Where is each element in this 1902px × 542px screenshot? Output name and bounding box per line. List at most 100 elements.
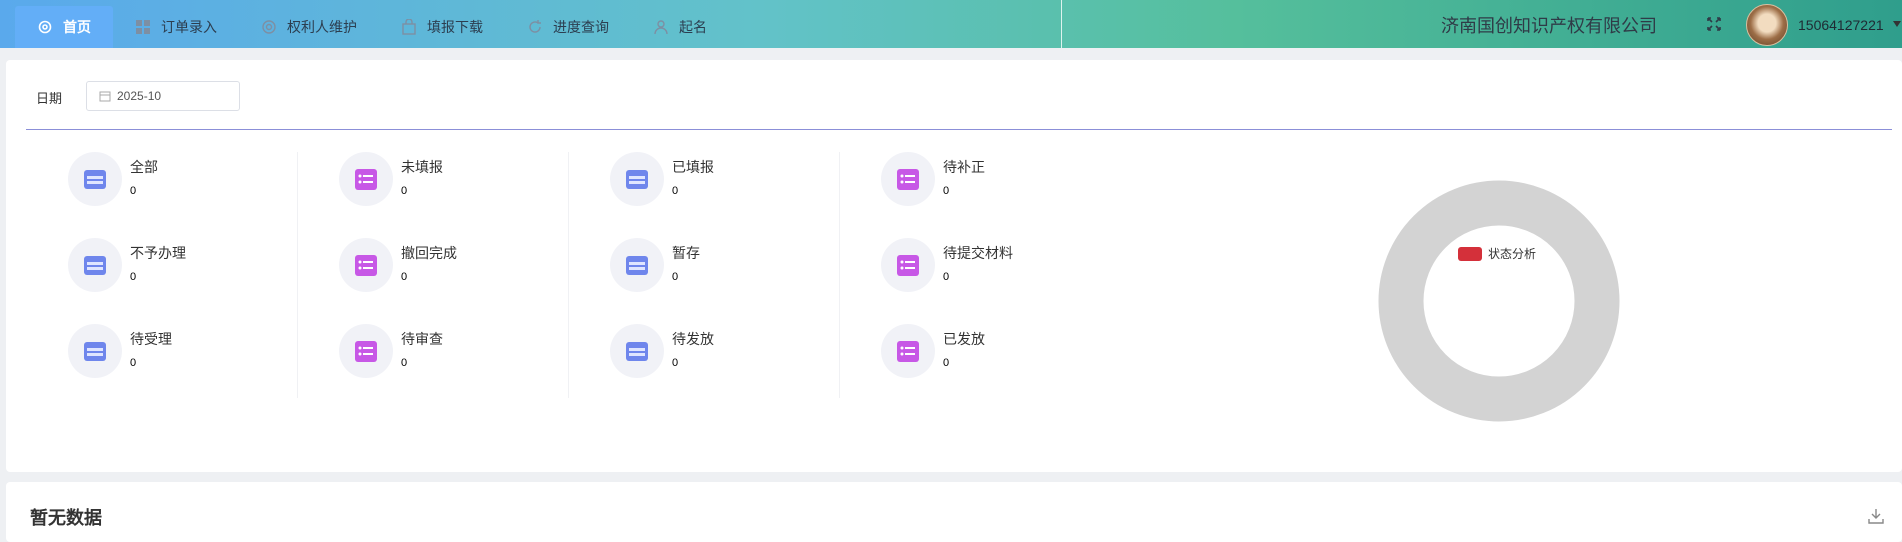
stat-label: 已发放 <box>943 331 985 347</box>
stat-not-processed[interactable]: 不予办理 0 <box>68 238 268 298</box>
tab-label: 首页 <box>63 19 91 35</box>
stat-value: 0 <box>401 185 408 197</box>
stat-pending-issue[interactable]: 待发放 0 <box>610 324 810 384</box>
stat-value: 0 <box>943 357 950 369</box>
date-label: 日期 <box>36 91 63 106</box>
stat-label: 已填报 <box>672 159 714 175</box>
stat-label: 待提交材料 <box>943 245 1013 261</box>
list-icon <box>897 169 919 190</box>
table-card: 暂无数据 <box>6 482 1902 542</box>
stat-icon-wrap <box>881 324 935 378</box>
stat-icon-wrap <box>68 324 122 378</box>
chevron-down-icon[interactable] <box>1893 21 1901 27</box>
gear-icon <box>38 20 52 34</box>
folder-icon <box>84 170 106 189</box>
avatar[interactable] <box>1746 4 1788 46</box>
stat-pending-acceptance[interactable]: 待受理 0 <box>68 324 268 384</box>
status-donut-chart <box>1378 180 1620 422</box>
stat-value: 0 <box>401 357 408 369</box>
stat-icon-wrap <box>610 324 664 378</box>
stat-withdrawn[interactable]: 撤回完成 0 <box>339 238 539 298</box>
list-icon <box>897 255 919 276</box>
tab-rights-holder[interactable]: 权利人维护 <box>239 6 379 48</box>
column-divider <box>839 152 840 398</box>
stat-pending-materials[interactable]: 待提交材料 0 <box>881 238 1081 298</box>
stat-label: 暂存 <box>672 245 700 261</box>
date-value: 2025-10 <box>117 89 162 103</box>
stat-value: 0 <box>672 357 679 369</box>
top-bar: 首页 订单录入 权利人维护 填报下载 进度查询 起名 济南国创知识产权有限公司 … <box>0 0 1902 48</box>
stat-icon-wrap <box>339 152 393 206</box>
list-icon <box>897 341 919 362</box>
empty-state-title: 暂无数据 <box>30 508 102 528</box>
calendar-icon <box>99 91 111 102</box>
stat-label: 撤回完成 <box>401 245 457 261</box>
stat-value: 0 <box>672 271 679 283</box>
tab-naming[interactable]: 起名 <box>631 6 729 48</box>
tab-label: 权利人维护 <box>287 19 357 35</box>
tab-report-download[interactable]: 填报下载 <box>379 6 505 48</box>
tab-progress-query[interactable]: 进度查询 <box>505 6 631 48</box>
stat-label: 未填报 <box>401 159 443 175</box>
legend-swatch <box>1458 246 1482 261</box>
at-icon <box>262 20 276 34</box>
stat-icon-wrap <box>610 238 664 292</box>
date-picker[interactable]: 2025-10 <box>86 81 240 111</box>
tab-order-entry[interactable]: 订单录入 <box>113 6 239 48</box>
stat-label: 待发放 <box>672 331 714 347</box>
column-divider <box>568 152 569 398</box>
folder-icon <box>84 342 106 361</box>
tab-home[interactable]: 首页 <box>15 6 113 48</box>
stat-value: 0 <box>943 271 950 283</box>
stat-label: 待补正 <box>943 159 985 175</box>
stat-label: 待审查 <box>401 331 443 347</box>
stat-icon-wrap <box>339 324 393 378</box>
list-icon <box>355 341 377 362</box>
username[interactable]: 15064127221 <box>1798 17 1884 33</box>
stat-icon-wrap <box>68 238 122 292</box>
column-divider <box>297 152 298 398</box>
tab-label: 进度查询 <box>553 19 609 35</box>
stat-label: 全部 <box>130 159 158 175</box>
header-divider <box>1061 0 1062 48</box>
download-icon[interactable] <box>1868 508 1884 524</box>
stat-icon-wrap <box>881 238 935 292</box>
accent-divider <box>26 129 1892 130</box>
stat-icon-wrap <box>881 152 935 206</box>
stat-value: 0 <box>130 185 137 197</box>
stat-value: 0 <box>943 185 950 197</box>
list-icon <box>355 169 377 190</box>
tab-label: 填报下载 <box>427 19 483 35</box>
stat-pending-review[interactable]: 待审查 0 <box>339 324 539 384</box>
folder-icon <box>626 342 648 361</box>
stat-all[interactable]: 全部 0 <box>68 152 268 212</box>
stat-value: 0 <box>130 357 137 369</box>
stat-icon-wrap <box>339 238 393 292</box>
company-name: 济南国创知识产权有限公司 <box>1441 16 1657 37</box>
bag-icon <box>402 19 416 35</box>
folder-icon <box>626 256 648 275</box>
stat-label: 不予办理 <box>130 245 186 261</box>
stat-value: 0 <box>130 271 137 283</box>
stat-unfilled[interactable]: 未填报 0 <box>339 152 539 212</box>
stat-label: 待受理 <box>130 331 172 347</box>
fullscreen-icon[interactable] <box>1706 16 1722 32</box>
stat-pending-correction[interactable]: 待补正 0 <box>881 152 1081 212</box>
stat-issued[interactable]: 已发放 0 <box>881 324 1081 384</box>
stat-value: 0 <box>672 185 679 197</box>
tab-label: 起名 <box>679 19 707 35</box>
folder-icon <box>626 170 648 189</box>
main-nav: 首页 订单录入 权利人维护 填报下载 进度查询 起名 <box>15 6 729 48</box>
refresh-icon <box>529 20 541 33</box>
tab-label: 订单录入 <box>161 19 217 35</box>
donut-ring <box>1378 180 1620 422</box>
list-icon <box>355 255 377 276</box>
stat-value: 0 <box>401 271 408 283</box>
stat-filled[interactable]: 已填报 0 <box>610 152 810 212</box>
chart-legend[interactable]: 状态分析 <box>1458 245 1536 262</box>
stat-draft[interactable]: 暂存 0 <box>610 238 810 298</box>
stat-icon-wrap <box>68 152 122 206</box>
user-icon <box>654 20 668 35</box>
folder-icon <box>84 256 106 275</box>
stats-card: 日期 2025-10 全部 0 未填报 0 已填报 0 待补正 0 不予办理 0… <box>6 60 1902 472</box>
